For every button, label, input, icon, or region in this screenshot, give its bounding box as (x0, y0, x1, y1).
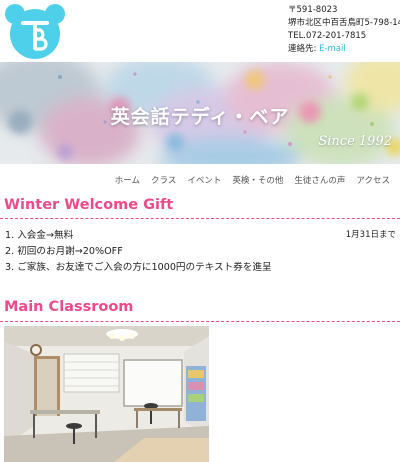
contact-label: 連絡先: (288, 44, 320, 54)
nav-item-event[interactable]: イベント (187, 174, 221, 186)
classroom-divider (0, 321, 400, 322)
classroom-photo (4, 326, 209, 462)
site-header: 〒591-8023 堺市北区中百舌鳥町5-798-14 TEL.072-201-… (0, 0, 400, 62)
contact-info: 〒591-8023 堺市北区中百舌鳥町5-798-14 TEL.072-201-… (288, 4, 400, 56)
gift-item: 2. 初回のお月謝→20%OFF (5, 246, 123, 257)
email-link[interactable]: E-mail (319, 44, 346, 54)
gift-item: 1. 入会金→無料 (5, 230, 74, 241)
classroom-section-title: Main Classroom (4, 299, 134, 315)
site-title: 英会話テディ・ベア (110, 106, 290, 128)
main-nav: ホーム クラス イベント 英検・その他 生徒さんの声 アクセス (0, 170, 400, 190)
contact-line: 連絡先: E-mail (288, 43, 400, 56)
gift-deadline: 1月31日まで (345, 230, 396, 240)
gift-item: 3. ご家族、お友達でご入会の方に1000円のテキスト券を進呈 (5, 262, 272, 273)
nav-item-voices[interactable]: 生徒さんの声 (294, 174, 345, 186)
gift-list: 1. 入会金→無料 2. 初回のお月謝→20%OFF 3. ご家族、お友達でご入… (5, 228, 272, 276)
gift-section-title: Winter Welcome Gift (4, 197, 174, 213)
nav-item-home[interactable]: ホーム (115, 174, 140, 186)
nav-item-class[interactable]: クラス (151, 174, 176, 186)
nav-item-eiken[interactable]: 英検・その他 (232, 174, 283, 186)
address: 堺市北区中百舌鳥町5-798-14 (288, 18, 400, 28)
nav-item-access[interactable]: アクセス (356, 174, 390, 186)
postal-code: 〒591-8023 (288, 5, 338, 15)
phone-number[interactable]: TEL.072-201-7815 (288, 30, 400, 43)
hero-banner: 英会話テディ・ベア Since 1992 (0, 62, 400, 164)
since-year: Since 1992 (318, 134, 392, 149)
gift-divider (0, 218, 400, 219)
teddy-bear-logo[interactable] (4, 2, 66, 60)
